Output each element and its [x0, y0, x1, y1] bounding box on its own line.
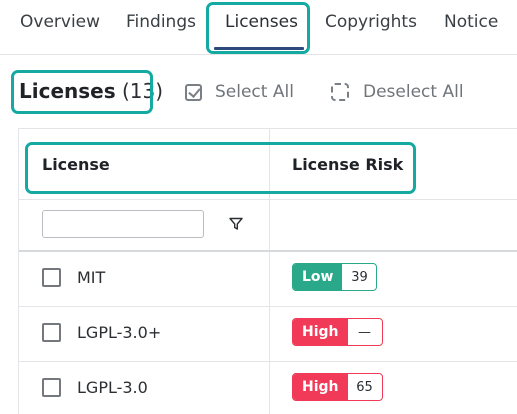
row-divider: [19, 306, 517, 307]
risk-count: 39: [342, 264, 377, 290]
license-name: LGPL-3.0+: [77, 323, 162, 342]
divider: [19, 250, 517, 252]
row-checkbox[interactable]: [42, 268, 61, 287]
highlight-tab-licenses: [206, 2, 310, 54]
deselect-all-label: Deselect All: [363, 82, 464, 102]
risk-count: —: [347, 319, 382, 345]
highlight-licenses-count: [11, 70, 153, 114]
tab-overview[interactable]: Overview: [20, 12, 100, 32]
risk-level: Low: [293, 264, 343, 290]
tab-findings[interactable]: Findings: [126, 12, 196, 32]
select-all-button[interactable]: Select All: [185, 80, 294, 104]
license-name: MIT: [77, 268, 106, 287]
deselect-all-button[interactable]: Deselect All: [331, 80, 464, 104]
filter-icon[interactable]: [229, 217, 243, 231]
dashed-checkbox-icon: [331, 83, 349, 101]
risk-count: 65: [347, 374, 382, 400]
tab-notice[interactable]: Notice: [444, 12, 498, 32]
risk-level: High: [293, 374, 348, 400]
checkbox-checked-icon: [185, 83, 202, 101]
licenses-panel: Overview Findings Licenses Copyrights No…: [0, 0, 517, 414]
risk-badge: Low 39: [292, 263, 378, 291]
tab-copyrights[interactable]: Copyrights: [325, 12, 417, 32]
license-name: LGPL-3.0: [77, 378, 148, 397]
row-checkbox[interactable]: [42, 378, 61, 397]
license-filter-input[interactable]: [42, 210, 204, 238]
row-checkbox[interactable]: [42, 323, 61, 342]
divider: [19, 199, 517, 200]
risk-badge: High —: [292, 318, 383, 346]
risk-badge: High 65: [292, 373, 383, 401]
highlight-table-header: [25, 142, 416, 194]
select-all-label: Select All: [215, 82, 294, 102]
row-divider: [19, 361, 517, 362]
risk-level: High: [293, 319, 348, 345]
